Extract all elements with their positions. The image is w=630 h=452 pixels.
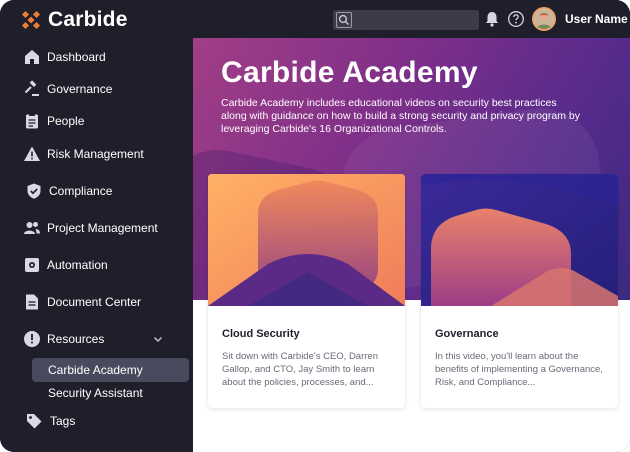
- page-title: Carbide Academy: [221, 56, 478, 89]
- course-thumbnail[interactable]: [421, 174, 618, 306]
- gear-box-icon: [25, 258, 39, 272]
- gavel-icon: [24, 80, 39, 96]
- app-name: Carbide: [48, 8, 128, 31]
- sidebar-item-document-center[interactable]: Document Center: [0, 288, 193, 316]
- sidebar-item-label: Project Management: [47, 221, 158, 235]
- sidebar-item-compliance[interactable]: Compliance: [0, 177, 193, 205]
- search-icon[interactable]: [336, 12, 352, 28]
- sidebar-item-automation[interactable]: Automation: [0, 251, 193, 279]
- top-bar: Carbide User Name: [0, 0, 630, 38]
- user-name[interactable]: User Name: [565, 12, 628, 26]
- bell-icon[interactable]: [483, 10, 501, 28]
- sidebar-item-label: Document Center: [47, 295, 142, 309]
- home-icon: [25, 50, 39, 64]
- page-description: Carbide Academy includes educational vid…: [221, 97, 580, 135]
- shield-check-icon: [27, 183, 41, 199]
- sidebar-item-dashboard[interactable]: Dashboard: [0, 43, 193, 71]
- sidebar-item-label: Compliance: [49, 184, 113, 198]
- sidebar-subitem-label: Carbide Academy: [48, 363, 143, 377]
- chevron-down-icon[interactable]: [152, 333, 164, 345]
- sidebar-subitem-label: Security Assistant: [48, 386, 143, 400]
- sidebar-item-label: People: [47, 114, 85, 128]
- sidebar-item-label: Dashboard: [47, 50, 106, 64]
- sidebar-item-label: Automation: [47, 258, 108, 272]
- carbide-logo[interactable]: Carbide: [20, 8, 128, 32]
- search-bar[interactable]: [333, 10, 479, 30]
- sidebar-item-label: Governance: [47, 82, 113, 96]
- sidebar-item-tags[interactable]: Tags: [0, 407, 193, 435]
- card-description: In this video, you'll learn about the be…: [435, 351, 603, 388]
- people-icon: [24, 222, 40, 234]
- app-window: Carbide User Name Dashboard Governance P…: [0, 0, 630, 452]
- sidebar: Dashboard Governance People Risk Managem…: [0, 38, 193, 452]
- clipboard-icon: [26, 113, 38, 129]
- tag-icon: [27, 414, 42, 429]
- sidebar-item-label: Tags: [50, 414, 76, 428]
- sidebar-subitem-security-assistant[interactable]: Security Assistant: [32, 381, 189, 405]
- sidebar-item-risk-management[interactable]: Risk Management: [0, 140, 193, 168]
- sidebar-subitem-carbide-academy[interactable]: Carbide Academy: [32, 358, 189, 382]
- help-icon[interactable]: [507, 10, 525, 28]
- sidebar-item-resources[interactable]: Resources: [0, 325, 193, 353]
- sidebar-item-governance[interactable]: Governance: [0, 75, 193, 103]
- avatar[interactable]: [532, 7, 556, 31]
- info-icon: [24, 331, 40, 347]
- main-content: Carbide Academy Carbide Academy includes…: [193, 38, 630, 452]
- course-card-cloud-security[interactable]: Cloud Security Sit down with Carbide's C…: [208, 174, 405, 408]
- course-thumbnail[interactable]: [208, 174, 405, 306]
- card-title[interactable]: Governance: [435, 328, 499, 340]
- card-description: Sit down with Carbide's CEO, Darren Gall…: [222, 351, 378, 388]
- document-icon: [26, 294, 38, 310]
- sidebar-item-project-management[interactable]: Project Management: [0, 214, 193, 242]
- carbide-logo-icon: [21, 10, 41, 30]
- sidebar-item-label: Resources: [47, 332, 105, 346]
- search-input[interactable]: [355, 10, 475, 30]
- sidebar-item-people[interactable]: People: [0, 107, 193, 135]
- course-card-governance[interactable]: Governance In this video, you'll learn a…: [421, 174, 618, 408]
- warning-icon: [24, 146, 40, 161]
- sidebar-item-label: Risk Management: [47, 147, 144, 161]
- card-title[interactable]: Cloud Security: [222, 328, 300, 340]
